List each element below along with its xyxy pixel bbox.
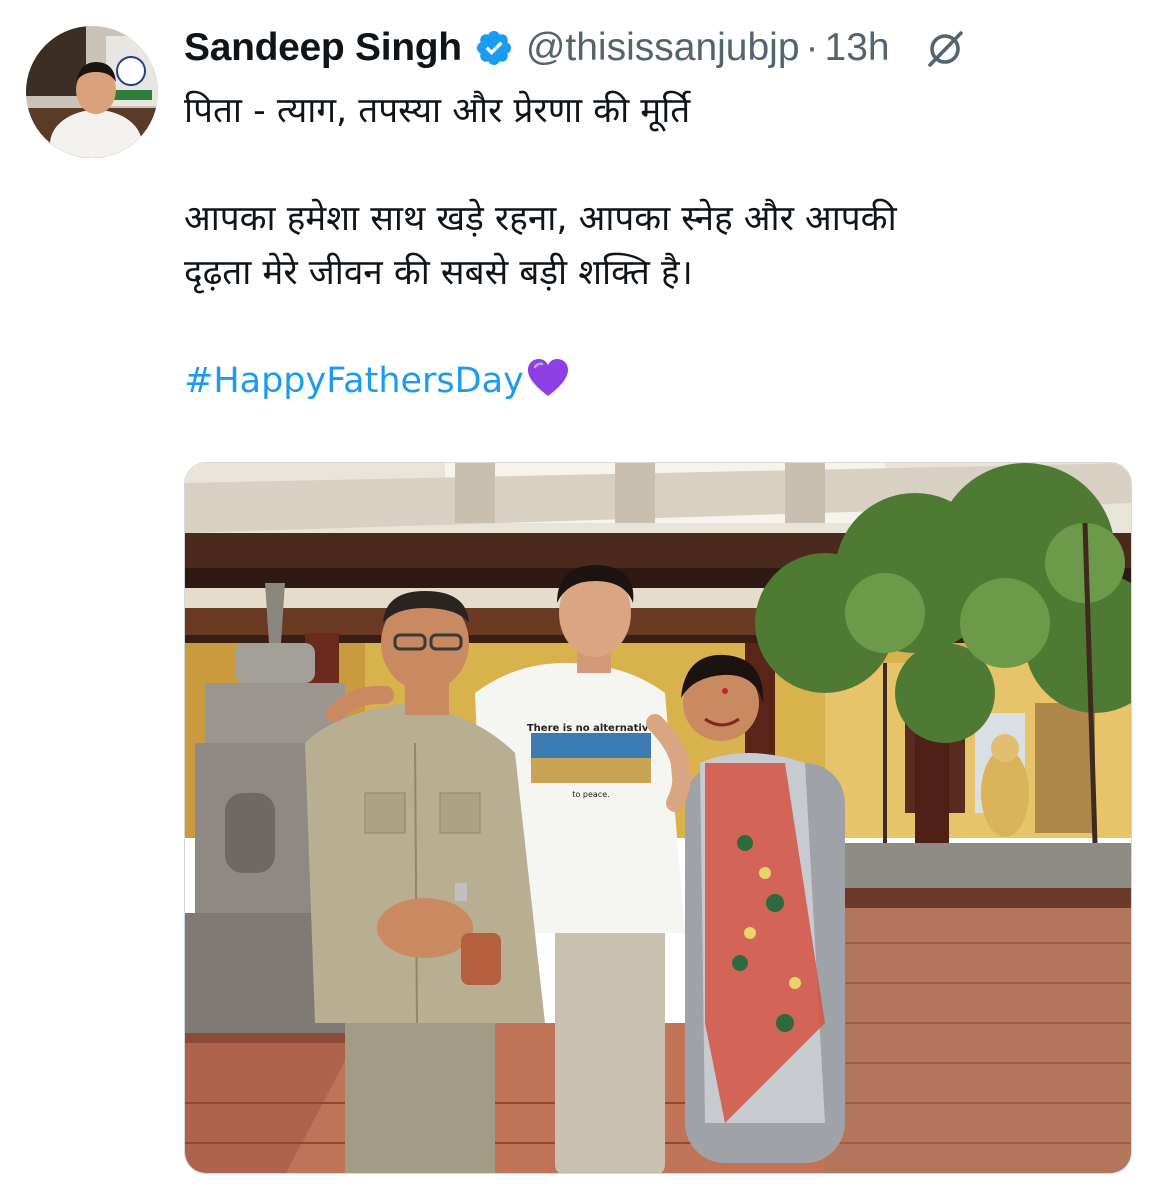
author-handle[interactable]: @thisissanjubjp [526, 26, 800, 70]
hashtag-line: #HappyFathersDay [184, 354, 1084, 408]
verified-badge-icon[interactable] [474, 28, 514, 68]
separator-dot: · [805, 26, 819, 69]
grok-icon[interactable] [924, 26, 968, 70]
author-avatar[interactable] [26, 26, 158, 158]
timestamp[interactable]: 13h [825, 26, 890, 70]
tshirt-text: There is no alternative [527, 723, 656, 734]
tshirt-text: to peace. [572, 790, 609, 799]
tweet-text-line: दृढ़ता मेरे जीवन की सबसे बड़ी शक्ति है। [184, 253, 693, 293]
tweet-text-line: आपका हमेशा साथ खड़े रहना, आपका स्नेह और … [184, 199, 897, 239]
photo-image: There is no alternative to peace. [185, 463, 1131, 1173]
tweet-text-line: पिता - त्याग, तपस्या और प्रेरणा की मूर्त… [184, 91, 691, 131]
hashtag-link[interactable]: #HappyFathersDay [184, 361, 524, 401]
tweet-text: पिता - त्याग, तपस्या और प्रेरणा की मूर्त… [184, 84, 1084, 408]
author-name[interactable]: Sandeep Singh [184, 26, 462, 70]
purple-heart-icon [526, 358, 570, 398]
avatar-image [26, 26, 158, 158]
tweet-photo[interactable]: There is no alternative to peace. [184, 462, 1132, 1174]
tweet-header: Sandeep Singh @thisissanjubjp · 13h [184, 22, 1144, 74]
